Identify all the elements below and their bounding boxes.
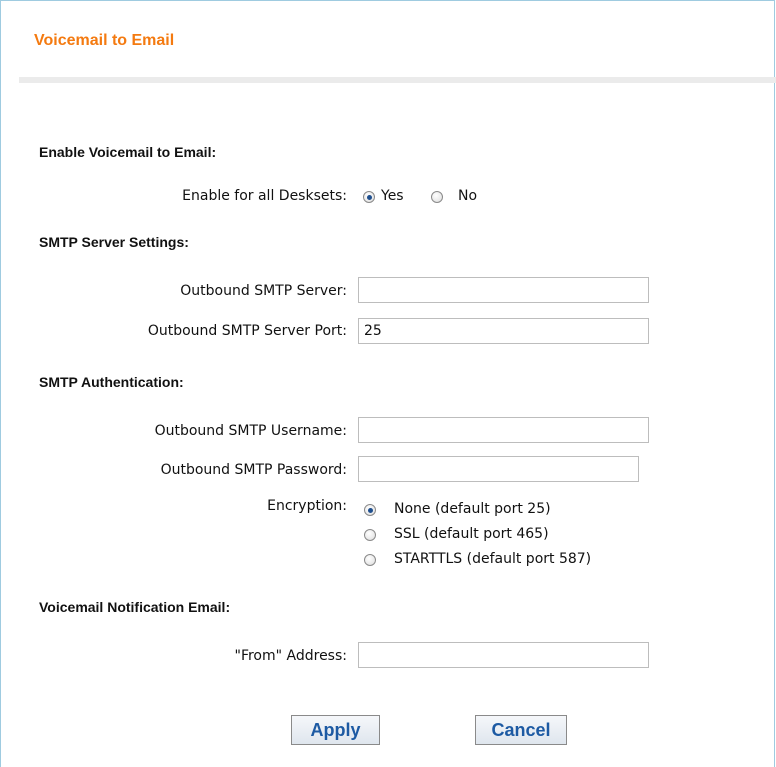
section-heading-enable: Enable Voicemail to Email: [39,144,217,160]
smtp-server-input[interactable] [358,277,649,303]
smtp-username-label: Outbound SMTP Username: [154,423,347,439]
smtp-port-label: Outbound SMTP Server Port: [147,323,347,339]
apply-button[interactable]: Apply [291,715,380,745]
encryption-none-radio[interactable] [364,504,376,516]
title-divider [19,77,776,83]
smtp-password-input[interactable] [358,456,639,482]
from-address-label: "From" Address: [234,648,348,664]
section-heading-smtp-server: SMTP Server Settings: [39,234,189,250]
enable-yes-radio[interactable] [363,191,375,203]
enable-no-label: No [458,188,478,204]
encryption-starttls-radio[interactable] [364,554,376,566]
encryption-label: Encryption: [267,498,347,514]
encryption-none-label: None (default port 25) [394,501,551,517]
section-heading-smtp-auth: SMTP Authentication: [39,374,184,390]
encryption-starttls-label: STARTTLS (default port 587) [394,551,592,567]
encryption-ssl-label: SSL (default port 465) [394,526,549,542]
page-title: Voicemail to Email [34,32,175,49]
encryption-ssl-radio[interactable] [364,529,376,541]
enable-no-radio[interactable] [431,191,443,203]
cancel-button[interactable]: Cancel [475,715,567,745]
section-heading-notification: Voicemail Notification Email: [39,599,231,615]
settings-panel: Voicemail to Email Enable Voicemail to E… [0,0,776,767]
smtp-username-input[interactable] [358,417,649,443]
smtp-password-label: Outbound SMTP Password: [160,462,347,478]
smtp-server-label: Outbound SMTP Server: [180,283,347,299]
enable-desksets-label: Enable for all Desksets: [182,188,347,204]
from-address-input[interactable] [358,642,649,668]
enable-yes-label: Yes [381,188,404,204]
smtp-port-input[interactable] [358,318,649,344]
